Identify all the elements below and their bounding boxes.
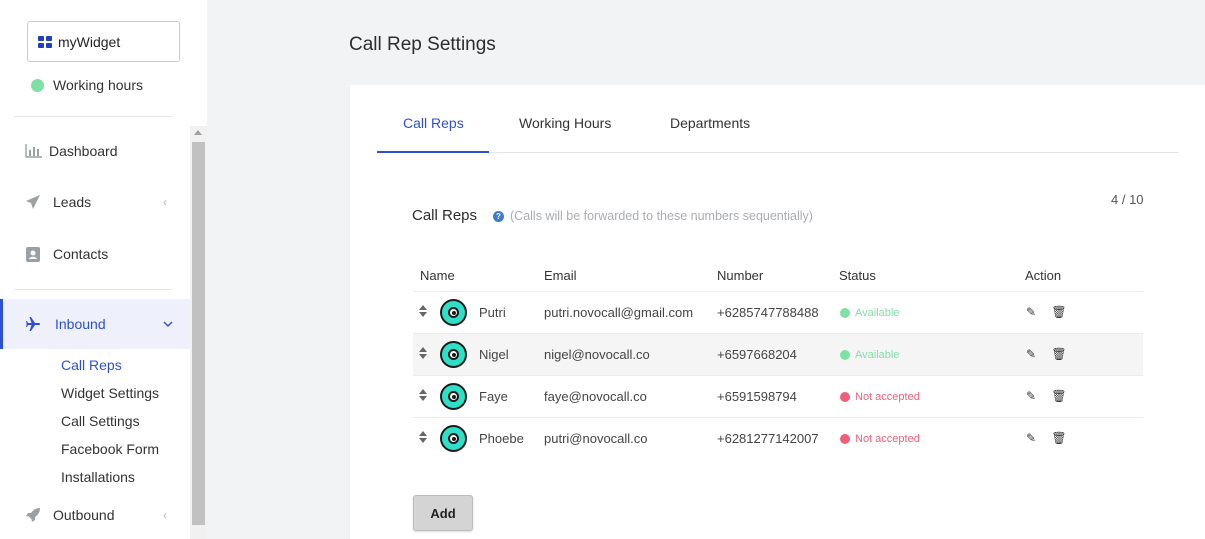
sidebar-item-dashboard[interactable]: Dashboard [0,126,190,176]
rep-name: Putri [479,305,506,320]
trash-icon[interactable]: 🗑 [1051,431,1066,445]
trash-icon[interactable]: 🗑 [1051,347,1066,361]
scroll-up-arrow-icon[interactable] [194,130,202,135]
status-dot-icon [31,78,44,92]
edit-pencil-icon[interactable]: ✎ [1024,431,1038,445]
status-label: Not accepted [855,391,920,403]
avatar [440,299,467,326]
column-header-name: Name [420,268,455,283]
paper-plane-icon [24,193,42,211]
tab-bar: Call Reps Working Hours Departments [377,85,1179,153]
help-icon[interactable]: ? [493,211,504,222]
rep-number: +6591598794 [717,389,797,404]
rep-email: putri.novocall@gmail.com [544,305,694,320]
drag-sort-icon[interactable] [419,347,427,361]
status-badge: Not accepted [840,391,920,403]
working-hours-indicator: Working hours [31,77,143,93]
sidebar-item-label: Leads [53,194,92,210]
settings-card: Call Reps Working Hours Departments 4 / … [350,85,1205,539]
status-label: Available [855,307,900,319]
sidebar-subitem-installations[interactable]: Installations [61,469,135,485]
rep-name: Nigel [479,347,509,362]
active-tab-indicator [377,151,489,153]
rep-number: +6597668204 [717,347,797,362]
avatar [440,383,467,410]
contact-card-icon [24,245,42,263]
status-dot-icon [840,350,850,360]
sidebar-item-label: Dashboard [49,143,118,159]
table-row: Faye faye@novocall.co +6591598794 Not ac… [413,375,1143,417]
section-title: Call Reps [412,207,478,224]
rep-count: 4 / 10 [1111,192,1144,207]
rep-name: Phoebe [479,431,524,446]
column-header-number: Number [717,268,764,283]
status-dot-icon [840,392,850,402]
sidebar-subitem-facebook-form[interactable]: Facebook Form [61,441,159,457]
page-title: Call Rep Settings [349,34,496,55]
table-row: Nigel nigel@novocall.co +6597668204 Avai… [413,333,1143,375]
divider [14,289,172,290]
grid-icon [38,35,52,48]
airplane-icon [24,315,42,333]
status-dot-icon [840,308,850,318]
rep-email: putri@novocall.co [544,431,648,446]
column-header-action: Action [1025,268,1062,283]
sidebar-subitem-call-settings[interactable]: Call Settings [61,413,140,429]
column-header-email: Email [544,268,577,283]
status-label: Available [855,349,900,361]
sidebar: myWidget Working hours Dashboard Leads ‹… [0,0,207,539]
add-button[interactable]: Add [413,495,473,531]
widget-selector[interactable]: myWidget [27,21,180,62]
chevron-down-icon [163,317,173,331]
sidebar-item-outbound[interactable]: Outbound ‹ [0,490,190,539]
tab-call-reps[interactable]: Call Reps [403,115,464,131]
rep-number: +6281277142007 [717,431,819,446]
working-hours-label: Working hours [53,77,144,93]
chevron-left-icon: ‹ [163,195,167,209]
edit-pencil-icon[interactable]: ✎ [1024,389,1038,403]
sidebar-item-label: Inbound [55,316,106,332]
column-header-status: Status [839,268,876,283]
status-dot-icon [840,434,850,444]
sidebar-item-inbound[interactable]: Inbound [0,299,190,349]
sidebar-nav: Dashboard Leads ‹ Contacts Inbound Call [0,117,190,539]
sidebar-item-leads[interactable]: Leads ‹ [0,177,190,227]
sidebar-scrollbar[interactable] [190,126,207,539]
status-badge: Available [840,349,899,361]
status-badge: Not accepted [840,433,920,445]
drag-sort-icon[interactable] [419,305,427,319]
scroll-thumb[interactable] [192,142,205,525]
sidebar-subitem-call-reps[interactable]: Call Reps [61,357,122,373]
rep-email: faye@novocall.co [544,389,647,404]
sidebar-item-contacts[interactable]: Contacts [0,229,190,279]
section-hint: (Calls will be forwarded to these number… [510,209,813,223]
avatar [440,425,467,452]
rep-name: Faye [479,389,508,404]
drag-sort-icon[interactable] [419,431,427,445]
avatar [440,341,467,368]
widget-name: myWidget [58,33,121,50]
rocket-icon [24,506,42,524]
rep-email: nigel@novocall.co [544,347,650,362]
sidebar-item-label: Contacts [53,246,109,262]
bar-chart-icon [24,142,42,160]
sidebar-subitem-widget-settings[interactable]: Widget Settings [61,385,159,401]
trash-icon[interactable]: 🗑 [1051,305,1066,319]
table-row: Putri putri.novocall@gmail.com +62857477… [413,291,1143,333]
edit-pencil-icon[interactable]: ✎ [1024,305,1038,319]
trash-icon[interactable]: 🗑 [1051,389,1066,403]
rep-number: +6285747788488 [717,305,819,320]
chevron-left-icon: ‹ [163,508,167,522]
tab-departments[interactable]: Departments [670,115,750,131]
edit-pencil-icon[interactable]: ✎ [1024,347,1038,361]
status-label: Not accepted [855,433,920,445]
table-row: Phoebe putri@novocall.co +6281277142007 … [413,417,1143,459]
tab-working-hours[interactable]: Working Hours [519,115,611,131]
sidebar-item-label: Outbound [53,507,115,523]
status-badge: Available [840,307,899,319]
drag-sort-icon[interactable] [419,389,427,403]
